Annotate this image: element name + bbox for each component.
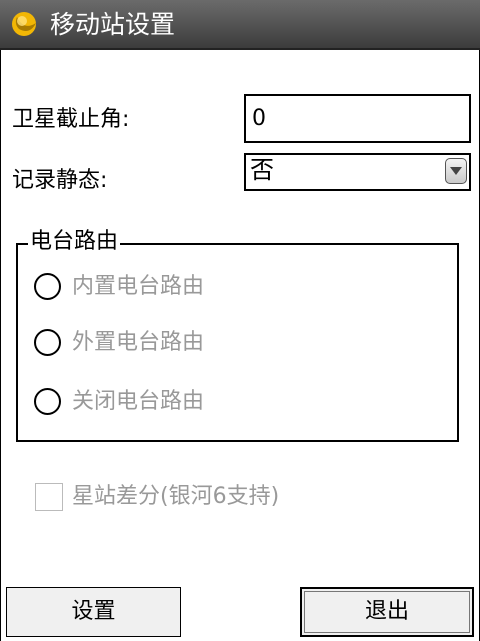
chevron-down-icon (450, 167, 462, 175)
radio-label: 关闭电台路由 (72, 389, 205, 414)
record-static-value: 否 (250, 156, 274, 184)
settings-button[interactable]: 设置 (6, 587, 181, 637)
window-border-left (0, 50, 1, 641)
elevation-mask-label: 卫星截止角: (12, 107, 130, 132)
window-title: 移动站设置 (50, 10, 176, 39)
radio-label: 内置电台路由 (72, 274, 205, 299)
radio-button-circle[interactable] (34, 388, 61, 415)
radio-routing-legend: 电台路由 (28, 229, 121, 255)
record-static-label: 记录静态: (12, 168, 108, 193)
radio-label: 外置电台路由 (72, 330, 205, 355)
dropdown-button[interactable] (445, 158, 467, 184)
satellite-differential-label: 星站差分(银河6支持) (72, 484, 280, 509)
exit-button[interactable]: 退出 (300, 587, 474, 637)
title-bar: 移动站设置 (0, 0, 480, 50)
record-static-select[interactable]: 否 (244, 153, 471, 191)
satellite-differential-checkbox[interactable] (35, 483, 63, 511)
app-logo-icon (12, 12, 36, 36)
radio-button-circle[interactable] (34, 273, 61, 300)
radio-button-circle[interactable] (34, 329, 61, 356)
elevation-mask-input[interactable]: 0 (244, 94, 471, 143)
